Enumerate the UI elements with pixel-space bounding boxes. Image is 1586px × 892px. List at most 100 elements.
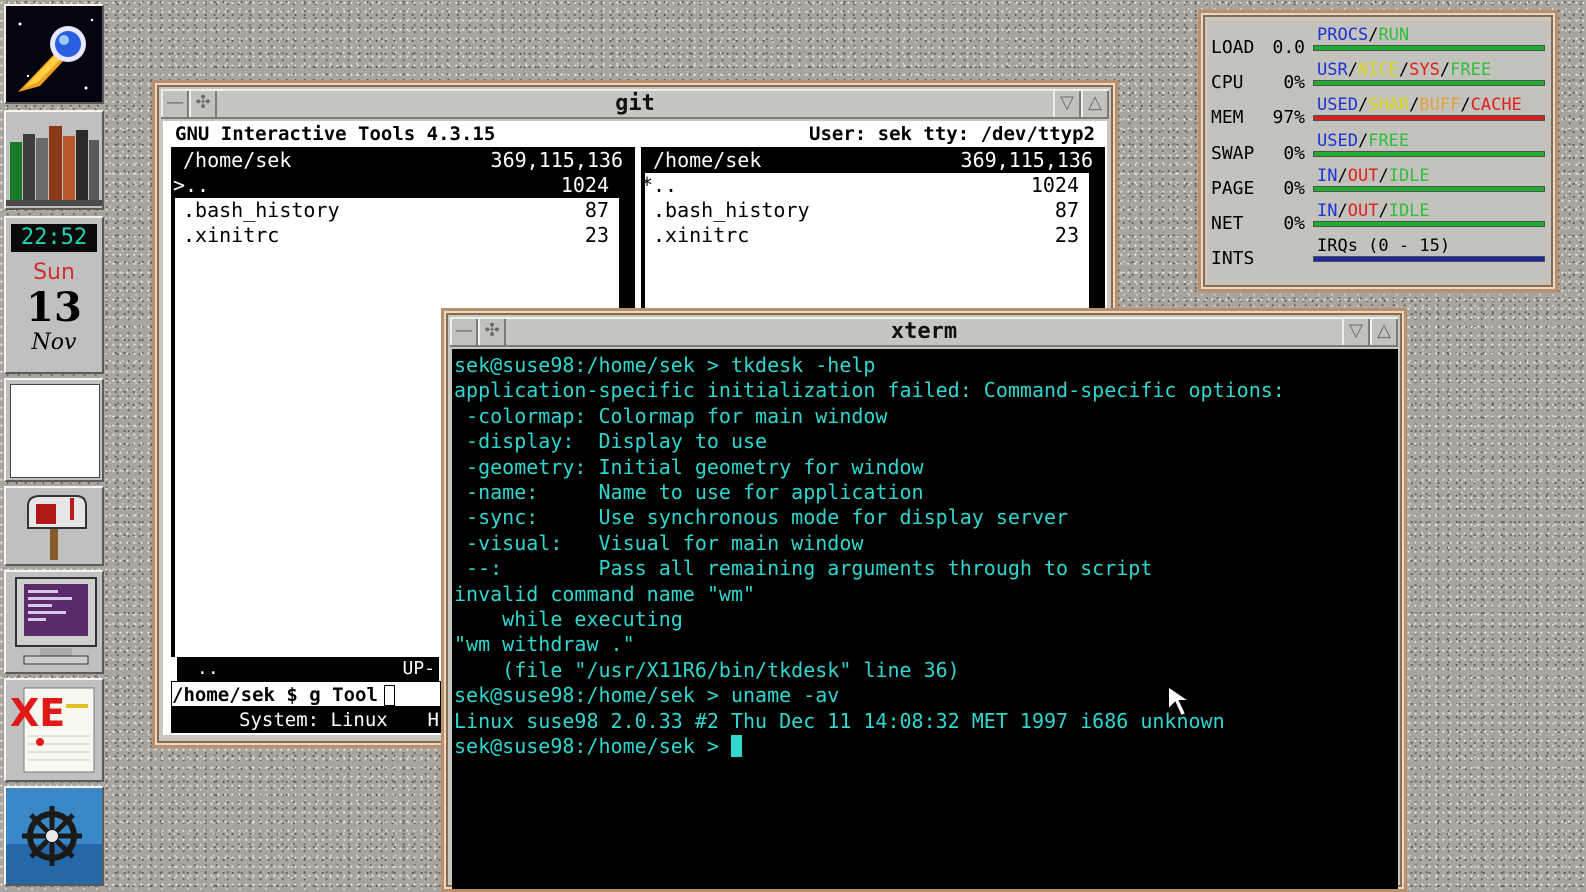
- monitor-bar: [1313, 221, 1545, 227]
- mouse-pointer-icon: [1167, 684, 1194, 718]
- xterm-titlebar[interactable]: — ✣ xterm ▽ △: [450, 317, 1398, 347]
- monitor-legend: USED/SHAR/BUFF/CACHE: [1317, 95, 1522, 115]
- clock-calendar[interactable]: 22:52 Sun 13 Nov: [4, 216, 104, 374]
- file-row[interactable]: .bash_history 87: [175, 198, 619, 223]
- monitor-label: CPU: [1211, 72, 1244, 94]
- maximize-button[interactable]: △: [1370, 319, 1398, 345]
- terminal-prompt-line[interactable]: sek@suse98:/home/sek >: [454, 734, 1398, 759]
- terminal-line: -geometry: Initial geometry for window: [454, 454, 924, 479]
- terminal-cursor: [730, 735, 742, 758]
- monitor-legend: IN/OUT/IDLE: [1317, 166, 1430, 186]
- file-size: 23: [1054, 223, 1079, 247]
- monitor-value: 0%: [1283, 213, 1305, 234]
- terminal-line: invalid command name "wm": [454, 581, 756, 606]
- command-line[interactable]: /home/sek $ g Tool: [171, 681, 441, 707]
- monitor-value: 0%: [1283, 177, 1305, 199]
- legend-part: /: [1378, 201, 1389, 221]
- file-row[interactable]: .xinitrc 23: [645, 223, 1089, 248]
- legend-part: IN: [1317, 201, 1338, 221]
- legend-part: /: [1337, 165, 1348, 186]
- xterm-window[interactable]: — ✣ xterm ▽ △ sek@suse98:/home/sek > tkd…: [441, 308, 1407, 892]
- monitor-legend: USED/FREE: [1317, 131, 1409, 151]
- monitor-bar: [1313, 80, 1545, 87]
- monitor-legend: PROCS/RUN: [1317, 25, 1409, 45]
- git-titlebar[interactable]: — ✣ git ▽ △: [161, 89, 1109, 119]
- monitor-bar: [1313, 185, 1545, 192]
- terminal-line: -display: Display to use: [454, 429, 768, 454]
- right-panel-header: /home/sek 369,115,136: [641, 147, 1105, 173]
- minimize-button[interactable]: —: [450, 319, 478, 345]
- file-row[interactable]: * .. 1024: [641, 173, 1089, 198]
- minimize-button[interactable]: —: [161, 91, 189, 117]
- books-icon[interactable]: [4, 110, 104, 210]
- monitor-row-mem: MEM 97% USED/SHAR/BUFF/CACHE: [1209, 91, 1551, 129]
- terminal-line: (file "/usr/X11R6/bin/tkdesk" line 36): [454, 657, 960, 682]
- cursor-marker: >: [173, 173, 186, 197]
- terminal-output[interactable]: sek@suse98:/home/sek > tkdesk -help appli…: [452, 349, 1398, 889]
- monitor-row-swap: SWAP 0% USED/FREE: [1209, 127, 1551, 164]
- legend-part: USED: [1317, 95, 1358, 116]
- dock: 22:52 Sun 13 Nov XE: [0, 0, 108, 892]
- command-text: /home/sek $ g Tool: [172, 684, 378, 706]
- legend-part: CACHE: [1470, 95, 1522, 116]
- legend-part: USED: [1317, 130, 1358, 151]
- monitor-row-page: PAGE 0% IN/OUT/IDLE: [1209, 162, 1551, 199]
- system-monitor[interactable]: LOAD 0.0 PROCS/RUN CPU 0% USR/NICE/SYS/FREE ME…: [1198, 10, 1558, 292]
- clock-time: 22:52: [11, 224, 97, 252]
- monitor-row-load: LOAD 0.0 PROCS/RUN: [1209, 21, 1551, 58]
- file-row[interactable]: .bash_history 87: [645, 198, 1089, 223]
- legend-part: SYS: [1409, 60, 1440, 81]
- mailbox-icon[interactable]: [4, 486, 104, 566]
- maximize-button[interactable]: △: [1081, 91, 1109, 117]
- monitor-value: 0%: [1283, 142, 1305, 164]
- left-panel-path: /home/sek: [183, 148, 292, 172]
- file-name: .xinitrc: [183, 223, 280, 247]
- xemacs-icon[interactable]: XE: [4, 678, 104, 782]
- legend-part: /: [1409, 95, 1420, 116]
- terminal-line: -name: Name to use for application: [454, 480, 924, 505]
- file-row[interactable]: > .. 1024: [171, 173, 619, 198]
- move-button[interactable]: ✣: [189, 91, 217, 117]
- legend-part: IRQs (0 - 15): [1317, 236, 1451, 257]
- monitor-bar: [1313, 150, 1545, 157]
- legend-part: RUN: [1378, 25, 1410, 45]
- monitor-label: INTS: [1211, 248, 1255, 270]
- monitor-legend: IN/OUT/IDLE: [1317, 201, 1430, 221]
- file-row[interactable]: .xinitrc 23: [175, 223, 619, 248]
- monitor-row-net: NET 0% IN/OUT/IDLE: [1209, 197, 1551, 234]
- monitor-bar: [1313, 115, 1545, 122]
- monitor-value: 0%: [1283, 72, 1305, 94]
- legend-part: NICE: [1357, 60, 1399, 81]
- file-size: 23: [584, 223, 609, 247]
- file-size: 1024: [560, 173, 609, 197]
- terminal-line: sek@suse98:/home/sek > tkdesk -help: [454, 353, 876, 377]
- file-size: 87: [1054, 198, 1079, 222]
- monitor-icon[interactable]: [4, 570, 104, 674]
- terminal-line: Linux suse98 2.0.33 #2 Thu Dec 11 14:08:…: [454, 708, 1225, 733]
- comet-icon[interactable]: [4, 4, 104, 104]
- window-title: xterm: [890, 319, 958, 344]
- move-button[interactable]: ✣: [478, 319, 506, 345]
- terminal-line: "wm withdraw .": [454, 632, 635, 657]
- command-cursor: [384, 685, 395, 706]
- iconify-button[interactable]: ▽: [1342, 319, 1370, 345]
- ship-wheel-icon[interactable]: [4, 786, 104, 886]
- legend-part: IN: [1317, 165, 1338, 186]
- file-name: .bash_history: [183, 198, 340, 222]
- monitor-label: NET: [1211, 213, 1244, 234]
- system-status-tail: H: [427, 709, 439, 731]
- legend-part: FREE: [1450, 60, 1492, 81]
- blank-tile[interactable]: [4, 378, 104, 482]
- system-status-text: System: Linux: [239, 709, 388, 731]
- monitor-panel: LOAD 0.0 PROCS/RUN CPU 0% USR/NICE/SYS/FREE ME…: [1209, 21, 1551, 285]
- left-panel-size: 369,115,136: [490, 148, 623, 172]
- legend-part: /: [1398, 60, 1410, 81]
- monitor-value: 97%: [1272, 107, 1305, 129]
- iconify-button[interactable]: ▽: [1053, 91, 1081, 117]
- user-tty: User: sek tty: /dev/ttyp2: [809, 123, 1095, 145]
- file-name: ..: [653, 173, 678, 197]
- monitor-legend: IRQs (0 - 15): [1317, 236, 1450, 256]
- monitor-row-cpu: CPU 0% USR/NICE/SYS/FREE: [1209, 56, 1551, 94]
- calendar-day: Sun: [33, 260, 75, 285]
- monitor-bar: [1313, 45, 1545, 51]
